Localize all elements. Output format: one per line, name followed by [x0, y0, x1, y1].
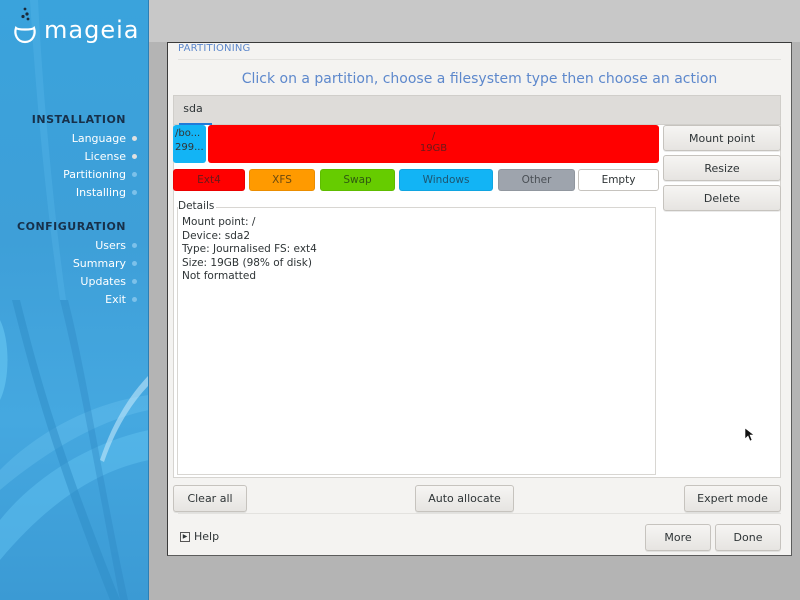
desktop-background [149, 0, 800, 42]
mount-point-button[interactable]: Mount point [663, 125, 781, 151]
instruction-text: Click on a partition, choose a filesyste… [241, 71, 718, 87]
details-mount-point: Mount point: / [182, 216, 256, 228]
details-body: Mount point: / Device: sda2 Type: Journa… [182, 216, 317, 284]
partition-name: /bo... [175, 128, 201, 139]
nav-item-label: Users [95, 238, 126, 252]
nav-item-users: Users [95, 237, 137, 253]
tab-label: sda [183, 102, 203, 115]
nav-item-label: License [84, 149, 126, 163]
details-device: Device: sda2 [182, 229, 251, 242]
fs-type-label: Swap [343, 174, 372, 186]
nav-item-installing: Installing [75, 184, 137, 200]
footer-separator [178, 513, 781, 514]
fs-type-empty[interactable]: Empty [578, 169, 659, 191]
nav-item-label: Exit [105, 292, 126, 306]
done-button[interactable]: Done [715, 524, 781, 551]
step-pending-icon [132, 171, 137, 177]
fs-type-label: Ext4 [197, 174, 221, 186]
nav-section-installation: INSTALLATION [31, 113, 126, 126]
nav-item-license: License [84, 148, 137, 164]
fs-type-label: XFS [272, 174, 292, 186]
details-size: Size: 19GB (98% of disk) [182, 256, 312, 269]
step-pending-icon [132, 260, 137, 266]
partition-boot[interactable]: /bo... 299... [173, 125, 206, 163]
sidebar-background-art [0, 0, 148, 600]
help-label: Help [194, 530, 220, 543]
nav-item-label: Language [71, 131, 126, 145]
help-expander[interactable]: ▶ Help [180, 530, 219, 543]
auto-allocate-button[interactable]: Auto allocate [415, 485, 514, 512]
partition-root[interactable]: / 19GB [208, 125, 659, 163]
nav-item-label: Summary [72, 256, 126, 270]
fs-type-label: Windows [422, 174, 470, 186]
nav-item-language: Language [71, 130, 137, 146]
details-type: Type: Journalised FS: ext4 [182, 243, 317, 255]
partitioning-dialog: PARTITIONING Click on a partition, choos… [167, 42, 792, 556]
details-label: Details [178, 200, 217, 212]
step-pending-icon [132, 242, 137, 248]
more-button[interactable]: More [645, 524, 711, 551]
fs-type-xfs[interactable]: XFS [249, 169, 315, 191]
partition-name: / [431, 131, 436, 142]
mouse-pointer-icon [744, 427, 755, 442]
nav-item-exit: Exit [105, 291, 137, 307]
nav-item-label: Installing [75, 185, 126, 199]
details-frame-top-border [214, 207, 656, 208]
nav-item-label: Partitioning [63, 167, 126, 181]
expert-mode-button[interactable]: Expert mode [684, 485, 781, 512]
step-done-icon [132, 135, 137, 141]
title-separator [178, 59, 781, 60]
fs-type-ext4[interactable]: Ext4 [173, 169, 245, 191]
fs-type-swap[interactable]: Swap [320, 169, 395, 191]
delete-button[interactable]: Delete [663, 185, 781, 211]
fs-type-label: Empty [601, 174, 636, 186]
nav-item-partitioning: Partitioning [63, 166, 137, 182]
nav-item-summary: Summary [72, 255, 137, 271]
partition-size: 19GB [419, 143, 448, 154]
fs-type-windows[interactable]: Windows [399, 169, 493, 191]
partition-size: 299... [175, 142, 204, 153]
expander-arrow-icon: ▶ [180, 531, 190, 542]
disk-tabbar: sda [173, 95, 781, 126]
nav-item-label: Updates [80, 274, 126, 288]
mageia-logo-text: mageia [44, 16, 140, 44]
dialog-title: PARTITIONING [178, 43, 251, 54]
details-format-status: Not formatted [182, 270, 257, 282]
step-done-icon [132, 153, 137, 159]
step-pending-icon [132, 296, 137, 302]
tab-sda[interactable]: sda [174, 96, 212, 126]
clear-all-button[interactable]: Clear all [173, 485, 247, 512]
fs-type-other[interactable]: Other [498, 169, 575, 191]
step-pending-icon [132, 189, 137, 195]
nav-section-configuration: CONFIGURATION [17, 220, 126, 233]
fs-type-label: Other [521, 174, 552, 186]
installer-sidebar: mageia INSTALLATION Language License Par… [0, 0, 149, 600]
step-pending-icon [132, 278, 137, 284]
nav-item-updates: Updates [80, 273, 137, 289]
resize-button[interactable]: Resize [663, 155, 781, 181]
